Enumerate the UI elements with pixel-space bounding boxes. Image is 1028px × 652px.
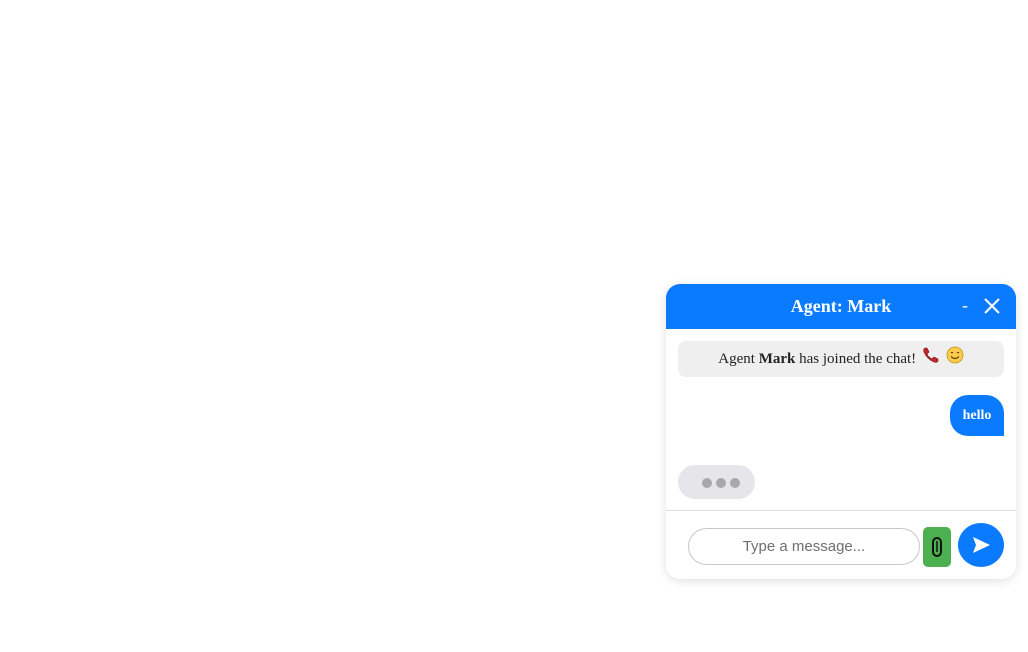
typing-indicator [678, 465, 755, 499]
phone-icon [922, 342, 940, 378]
minimize-button[interactable]: - [958, 292, 972, 318]
paperclip-icon [932, 537, 942, 557]
user-message-bubble: hello [950, 395, 1004, 436]
send-icon [973, 537, 990, 553]
system-message-suffix: has joined the chat! [795, 351, 917, 367]
message-input[interactable] [688, 528, 920, 565]
composer-divider [666, 510, 1016, 511]
attach-button[interactable] [923, 527, 951, 567]
system-message: Agent Mark has joined the chat! [678, 341, 1004, 377]
close-icon [984, 298, 1000, 314]
smile-icon [946, 342, 964, 378]
agent-name: Mark [758, 351, 796, 367]
close-button[interactable] [983, 297, 1001, 315]
chat-widget: Agent: Mark - Agent Mark has joined the … [666, 284, 1016, 579]
chat-header: Agent: Mark - [666, 284, 1016, 329]
send-button[interactable] [958, 523, 1004, 567]
system-message-prefix: Agent [718, 351, 759, 367]
